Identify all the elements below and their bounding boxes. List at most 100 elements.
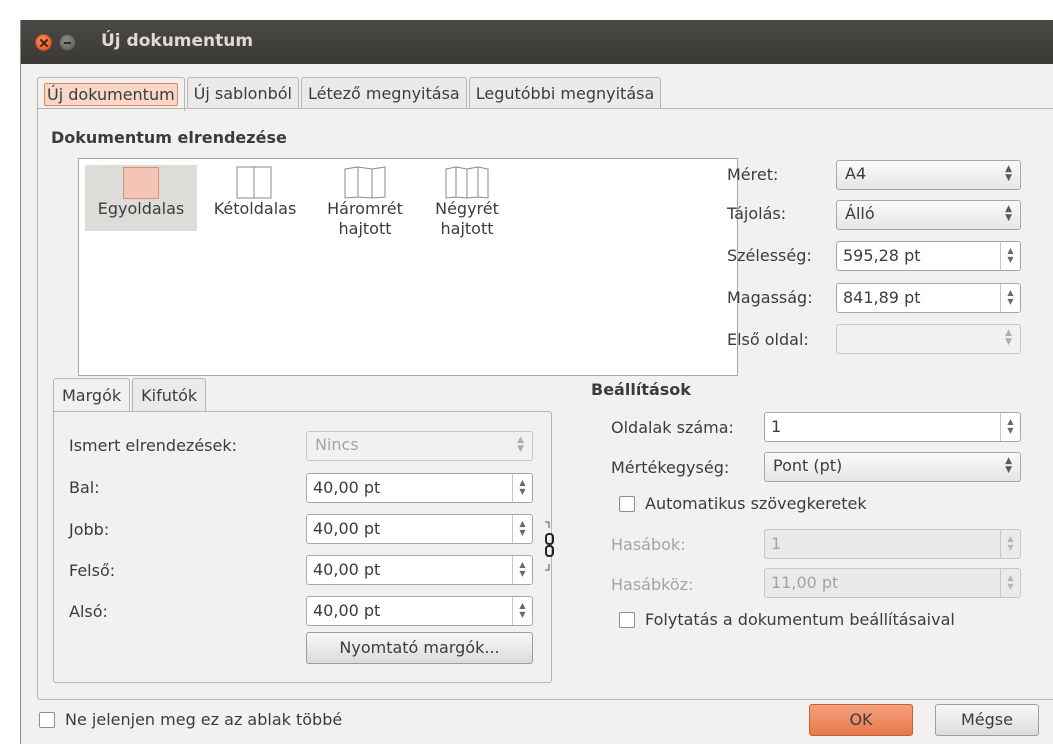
printer-margins-button[interactable]: Nyomtató margók...: [306, 632, 533, 664]
layout-option-threefold[interactable]: Háromrét hajtott: [319, 165, 411, 251]
tab-margins[interactable]: Margók: [53, 378, 131, 412]
layout-options-box: Egyoldalas Kétoldalas Háromrét hajtott N…: [78, 158, 738, 376]
auto-frames-checkbox[interactable]: [619, 495, 635, 512]
layout-option-label: Egyoldalas: [97, 199, 185, 218]
tab-label: Margók: [62, 386, 122, 405]
dont-show-label: Ne jelenjen meg ez az ablak többé: [65, 710, 343, 729]
cancel-button[interactable]: Mégse: [935, 704, 1039, 736]
left-margin-field[interactable]: 40,00 pt ▲ ▼: [306, 473, 533, 503]
presets-label: Ismert elrendezések:: [69, 436, 237, 455]
continue-checkbox-row[interactable]: Folytatás a dokumentum beállításaival: [619, 610, 955, 629]
double-page-icon: [236, 165, 274, 199]
orientation-label: Tájolás:: [727, 204, 787, 223]
orientation-value: Álló: [845, 204, 875, 223]
dont-show-checkbox[interactable]: [39, 711, 55, 728]
chevron-updown-icon: ▲ ▼: [1005, 204, 1012, 223]
spin-buttons-icon[interactable]: ▲ ▼: [512, 515, 532, 543]
spin-buttons-icon[interactable]: ▲ ▼: [1000, 242, 1020, 270]
tab-label: Létező megnyitása: [307, 84, 460, 103]
spin-buttons-icon[interactable]: ▲ ▼: [1000, 413, 1020, 441]
first-page-select[interactable]: ▲ ▼: [836, 324, 1021, 354]
tab-label: Új sablonból: [193, 84, 292, 103]
width-field[interactable]: 595,28 pt ▲ ▼: [836, 241, 1021, 271]
columns-label: Hasábok:: [611, 535, 686, 554]
layout-option-fourfold[interactable]: Négyrét hajtott: [423, 165, 511, 251]
layout-option-label-2: hajtott: [440, 219, 494, 238]
gap-field[interactable]: 11,00 pt ▲ ▼: [764, 568, 1021, 598]
continue-label: Folytatás a dokumentum beállításaival: [645, 610, 955, 629]
layout-option-label: Négyrét: [435, 199, 499, 218]
dialog-window: Új dokumentum Új dokumentum Új sablonból…: [20, 20, 1053, 744]
page-count-value: 1: [771, 417, 782, 436]
layout-option-label: Kétoldalas: [213, 199, 297, 218]
tab-label: Kifutók: [141, 386, 198, 405]
margin-tabs: Margók Kifutók: [53, 378, 208, 412]
spin-buttons-icon[interactable]: ▲ ▼: [512, 474, 532, 502]
first-page-label: Első oldal:: [727, 330, 809, 349]
gap-value: 11,00 pt: [771, 573, 839, 592]
chevron-updown-icon: ▲ ▼: [1005, 328, 1012, 347]
spin-buttons-icon[interactable]: ▲ ▼: [512, 597, 532, 625]
spin-buttons-icon[interactable]: ▲ ▼: [1000, 530, 1020, 558]
main-tabs: Új dokumentum Új sablonból Létező megnyi…: [37, 77, 663, 111]
presets-select[interactable]: Nincs ▲ ▼: [306, 431, 533, 461]
height-value: 841,89 pt: [843, 288, 921, 307]
width-value: 595,28 pt: [843, 246, 921, 265]
unit-select[interactable]: Pont (pt) ▲ ▼: [764, 452, 1021, 482]
tab-open-existing[interactable]: Létező megnyitása: [300, 77, 467, 109]
tab-from-template[interactable]: Új sablonból: [186, 77, 299, 109]
size-label: Méret:: [727, 165, 779, 184]
minimize-icon[interactable]: [59, 34, 76, 51]
presets-value: Nincs: [315, 435, 359, 454]
bottom-margin-field[interactable]: 40,00 pt ▲ ▼: [306, 596, 533, 626]
size-select[interactable]: A4 ▲ ▼: [836, 160, 1021, 190]
right-margin-label: Jobb:: [69, 520, 110, 539]
right-margin-value: 40,00 pt: [313, 519, 381, 538]
columns-field[interactable]: 1 ▲ ▼: [764, 529, 1021, 559]
chevron-updown-icon: ▲ ▼: [517, 435, 524, 454]
page-count-label: Oldalak száma:: [611, 418, 734, 437]
tab-open-recent[interactable]: Legutóbbi megnyitása: [468, 77, 662, 109]
auto-frames-checkbox-row[interactable]: Automatikus szövegkeretek: [619, 494, 867, 513]
spin-buttons-icon[interactable]: ▲ ▼: [1000, 284, 1020, 312]
tab-label: Legutóbbi megnyitása: [475, 84, 655, 103]
layout-option-single[interactable]: Egyoldalas: [85, 165, 197, 231]
chevron-updown-icon: ▲ ▼: [1005, 164, 1012, 183]
chain-link-icon[interactable]: [541, 520, 561, 571]
document-layout-title: Dokumentum elrendezése: [51, 128, 287, 147]
layout-option-label-2: hajtott: [338, 219, 392, 238]
continue-checkbox[interactable]: [619, 611, 635, 628]
right-margin-field[interactable]: 40,00 pt ▲ ▼: [306, 514, 533, 544]
columns-value: 1: [771, 534, 782, 553]
spin-buttons-icon[interactable]: ▲ ▼: [512, 556, 532, 584]
single-page-icon: [123, 165, 159, 199]
four-fold-icon: [445, 165, 489, 199]
three-fold-icon: [344, 165, 386, 199]
spin-buttons-icon[interactable]: ▲ ▼: [1000, 569, 1020, 597]
auto-frames-label: Automatikus szövegkeretek: [645, 494, 867, 513]
top-margin-value: 40,00 pt: [313, 560, 381, 579]
title-bar: Új dokumentum: [21, 20, 1053, 64]
close-icon[interactable]: [35, 34, 52, 51]
unit-label: Mértékegység:: [611, 458, 730, 477]
chevron-updown-icon: ▲ ▼: [1005, 456, 1012, 475]
left-margin-label: Bal:: [69, 478, 100, 497]
orientation-select[interactable]: Álló ▲ ▼: [836, 200, 1021, 230]
dont-show-checkbox-row[interactable]: Ne jelenjen meg ez az ablak többé: [39, 710, 342, 729]
size-value: A4: [845, 164, 867, 183]
tab-label: Új dokumentum: [44, 83, 178, 106]
top-margin-label: Felső:: [69, 561, 116, 580]
gap-label: Hasábköz:: [611, 575, 694, 594]
layout-option-label: Háromrét: [327, 199, 403, 218]
tab-bleeds[interactable]: Kifutók: [132, 378, 207, 412]
height-field[interactable]: 841,89 pt ▲ ▼: [836, 283, 1021, 313]
window-title: Új dokumentum: [101, 31, 254, 51]
layout-option-double[interactable]: Kétoldalas: [203, 165, 307, 231]
page-count-field[interactable]: 1 ▲ ▼: [764, 412, 1021, 442]
top-margin-field[interactable]: 40,00 pt ▲ ▼: [306, 555, 533, 585]
ok-button[interactable]: OK: [809, 704, 913, 736]
unit-value: Pont (pt): [773, 456, 843, 475]
tab-new-document[interactable]: Új dokumentum: [37, 77, 185, 111]
left-margin-value: 40,00 pt: [313, 478, 381, 497]
settings-title: Beállítások: [591, 380, 691, 399]
